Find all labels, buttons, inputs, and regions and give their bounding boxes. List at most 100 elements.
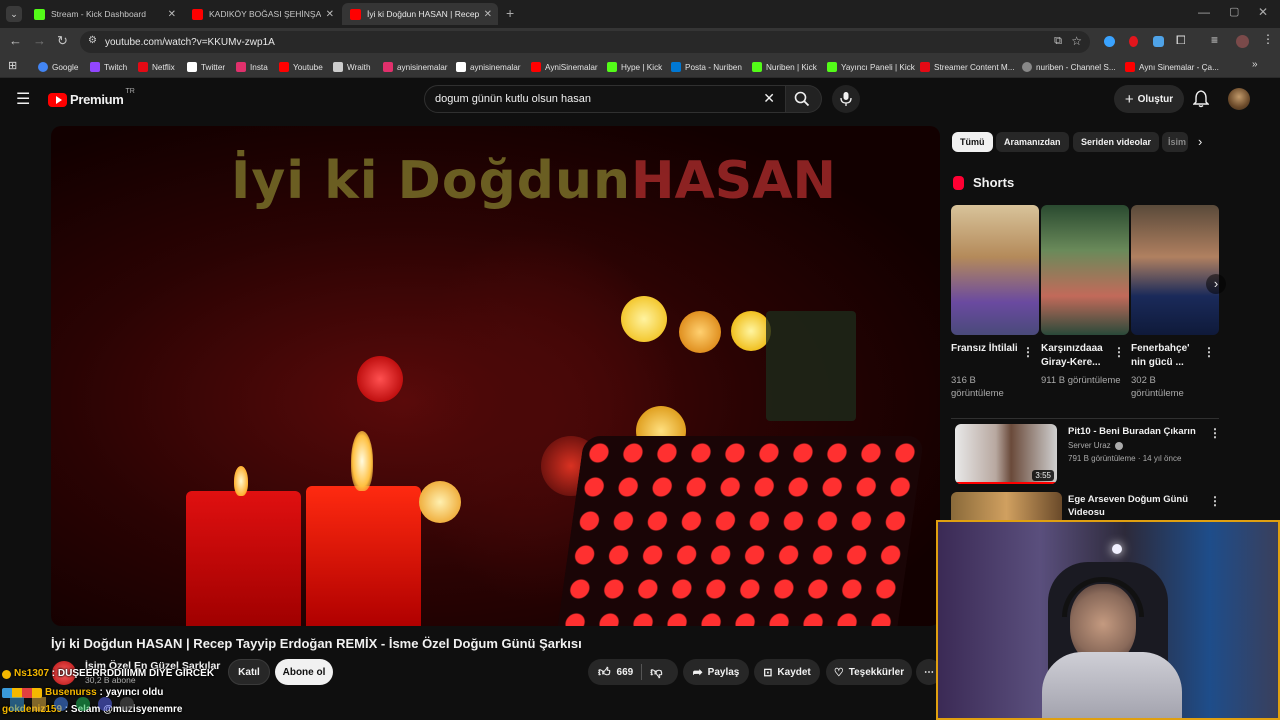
chrome-icon[interactable] bbox=[54, 697, 68, 711]
bookmark-item[interactable]: Twitch bbox=[90, 60, 127, 74]
thumbs-down-icon[interactable]: 👎︎ bbox=[650, 665, 662, 680]
extensions-puzzle-icon[interactable]: ⧠ bbox=[1176, 33, 1186, 48]
tab-search-icon[interactable]: ⌄ bbox=[6, 6, 22, 22]
search-input[interactable]: dogum günün kutlu olsun hasan ✕ bbox=[424, 85, 786, 113]
short-menu-icon[interactable]: ⋮ bbox=[1203, 345, 1215, 359]
new-tab-icon[interactable]: + bbox=[506, 5, 514, 21]
media-icon[interactable]: ≡ bbox=[1211, 33, 1218, 47]
bookmark-item[interactable]: AyniSinemalar bbox=[531, 60, 598, 74]
close-window-icon[interactable]: ✕ bbox=[1258, 5, 1268, 19]
related-title[interactable]: Pit10 - Beni Buradan Çıkarın bbox=[1068, 425, 1196, 438]
short-thumbnail[interactable] bbox=[1041, 205, 1129, 335]
profile-icon[interactable] bbox=[1236, 35, 1249, 48]
related-title[interactable]: Ege Arseven Doğum Günü Videosu bbox=[1068, 493, 1188, 519]
save-button[interactable]: ⊡ Kaydet bbox=[754, 659, 820, 685]
join-button[interactable]: Katıl bbox=[228, 659, 270, 685]
chip-all[interactable]: Tümü bbox=[952, 132, 993, 152]
like-button[interactable]: 👍︎ 669 bbox=[598, 665, 633, 680]
tab-title: KADIKÖY BOĞASI ŞEHİNŞAH VE bbox=[209, 9, 321, 19]
thanks-button[interactable]: ♡ Teşekkürler bbox=[826, 659, 912, 685]
google-icon bbox=[38, 62, 48, 72]
bookmark-star-icon[interactable]: ☆ bbox=[1071, 34, 1082, 48]
shorts-next-icon[interactable]: › bbox=[1206, 274, 1226, 294]
bookmark-item[interactable]: Posta - Nuriben bbox=[671, 60, 742, 74]
extension-icon[interactable] bbox=[1104, 36, 1115, 47]
extension-icon[interactable] bbox=[1129, 36, 1138, 47]
tab-kick-dashboard[interactable]: Stream - Kick Dashboard ✕ bbox=[26, 3, 182, 25]
minimize-icon[interactable]: — bbox=[1198, 5, 1210, 19]
save-playlist-icon: ⊡ bbox=[763, 666, 773, 679]
apps-grid-icon[interactable]: ⊞ bbox=[8, 59, 17, 72]
forward-icon[interactable]: → bbox=[33, 33, 46, 48]
close-tab-icon[interactable]: ✕ bbox=[326, 9, 334, 20]
extension-icon[interactable] bbox=[1153, 36, 1164, 47]
notifications-bell-icon[interactable] bbox=[1193, 90, 1209, 108]
bookmark-item[interactable]: nuriben - Channel S... bbox=[1022, 60, 1116, 74]
related-thumbnail[interactable] bbox=[951, 492, 1062, 520]
share-button[interactable]: ➦ Paylaş bbox=[683, 659, 749, 685]
related-menu-icon[interactable]: ⋮ bbox=[1209, 426, 1221, 440]
bookmark-item[interactable]: Hype | Kick bbox=[607, 60, 662, 74]
bookmark-item[interactable]: aynisinemalar bbox=[456, 60, 521, 74]
short-menu-icon[interactable]: ⋮ bbox=[1113, 345, 1125, 359]
short-thumbnail[interactable] bbox=[1131, 205, 1219, 335]
close-tab-icon[interactable]: ✕ bbox=[168, 9, 176, 20]
cast-icon[interactable]: ⧉ bbox=[1054, 35, 1062, 48]
bookmark-label: Streamer Content M... bbox=[934, 62, 1015, 72]
url-input[interactable]: ⚙ youtube.com/watch?v=KKUMv-zwp1A ⧉ ☆ bbox=[80, 31, 1090, 53]
bookmark-item[interactable]: Wraith bbox=[333, 60, 371, 74]
bookmark-item[interactable]: aynisinemalar bbox=[383, 60, 448, 74]
reload-icon[interactable]: ↻ bbox=[57, 33, 68, 49]
subscribe-button[interactable]: Abone ol bbox=[275, 659, 333, 685]
windows-icon[interactable] bbox=[10, 697, 24, 711]
short-title[interactable]: Karşınızdaaa Giray-Kere... bbox=[1041, 342, 1117, 370]
menu-dots-icon[interactable]: ⋮ bbox=[1262, 32, 1274, 46]
instagram-icon bbox=[383, 62, 393, 72]
bookmark-item[interactable]: Yayıncı Paneli | Kick bbox=[827, 60, 915, 74]
close-tab-icon[interactable]: ✕ bbox=[484, 9, 492, 20]
chip-name[interactable]: İsim bbox=[1162, 132, 1188, 152]
thanks-icon: ♡ bbox=[833, 666, 844, 679]
bokeh-light bbox=[621, 296, 667, 342]
search-button[interactable] bbox=[786, 85, 822, 113]
folder-icon[interactable] bbox=[32, 697, 46, 711]
create-button[interactable]: + Oluştur bbox=[1114, 85, 1184, 113]
related-channel[interactable]: Server Uraz bbox=[1068, 441, 1123, 450]
tab-current-video[interactable]: İyi ki Doğdun HASAN | Recep T ✕ bbox=[342, 3, 498, 25]
candle-right bbox=[306, 486, 421, 626]
chevron-right-icon[interactable]: › bbox=[1198, 134, 1202, 149]
related-thumbnail[interactable]: 3:55 bbox=[955, 424, 1057, 484]
bookmark-item[interactable]: Youtube bbox=[279, 60, 323, 74]
bookmark-item[interactable]: Aynı Sinemalar - Ça... bbox=[1125, 60, 1219, 74]
hamburger-menu-icon[interactable]: ☰ bbox=[16, 89, 30, 109]
short-title[interactable]: Fransız İhtilali bbox=[951, 342, 1027, 356]
more-bookmarks-icon[interactable]: » bbox=[1252, 59, 1258, 70]
voice-search-button[interactable] bbox=[832, 85, 860, 113]
app-icon[interactable] bbox=[120, 697, 134, 711]
chip-from-search[interactable]: Aramanızdan bbox=[996, 132, 1069, 152]
spotify-icon[interactable] bbox=[76, 697, 90, 711]
x-twitter-icon bbox=[456, 62, 466, 72]
outlook-icon bbox=[671, 62, 681, 72]
tab-kadikoy[interactable]: KADIKÖY BOĞASI ŞEHİNŞAH VE ✕ bbox=[184, 3, 340, 25]
maximize-icon[interactable]: ▢ bbox=[1229, 5, 1239, 18]
bookmark-item[interactable]: Netflix bbox=[138, 60, 175, 74]
short-title[interactable]: Fenerbahçe' nin gücü ... bbox=[1131, 342, 1207, 370]
discord-icon[interactable] bbox=[98, 697, 112, 711]
bookmark-item[interactable]: Twitter bbox=[187, 60, 225, 74]
short-thumbnail[interactable] bbox=[951, 205, 1039, 335]
bookmark-item[interactable]: Streamer Content M... bbox=[920, 60, 1015, 74]
avatar[interactable] bbox=[1228, 88, 1250, 110]
chip-series[interactable]: Seriden videolar bbox=[1073, 132, 1160, 152]
bookmark-item[interactable]: Nuriben | Kick bbox=[752, 60, 817, 74]
bookmark-item[interactable]: Google bbox=[38, 60, 78, 74]
bookmark-label: Netflix bbox=[152, 62, 175, 72]
site-info-icon[interactable]: ⚙ bbox=[88, 35, 97, 46]
clear-search-icon[interactable]: ✕ bbox=[763, 90, 775, 107]
short-menu-icon[interactable]: ⋮ bbox=[1022, 345, 1034, 359]
related-menu-icon[interactable]: ⋮ bbox=[1209, 494, 1221, 508]
video-player[interactable]: İyi ki Doğdun HASAN bbox=[51, 126, 940, 626]
youtube-logo[interactable]: Premium TR bbox=[48, 88, 135, 107]
bookmark-item[interactable]: Insta bbox=[236, 60, 268, 74]
back-icon[interactable]: ← bbox=[9, 33, 22, 48]
